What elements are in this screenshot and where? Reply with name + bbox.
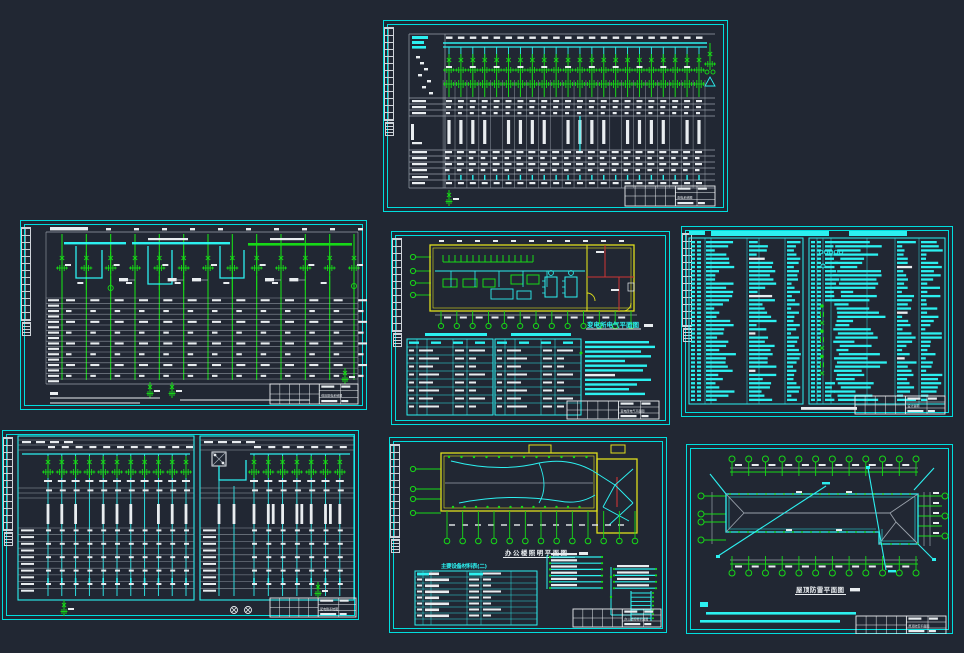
sheet-office-lighting-plan[interactable]: 办公楼照明平面图主要设备材料表(二)办公楼照明平面图 <box>389 437 667 633</box>
plan-title: 屋顶防雷平面图 <box>796 585 845 594</box>
sheet-substation-plan[interactable]: 变电所电气平面图变电所电气平面图 <box>391 231 670 425</box>
sheet-hv-distribution-system[interactable]: 配电系统图 <box>383 20 728 212</box>
titleblock-sheet-title: 办公楼照明平面图 <box>624 616 648 621</box>
sheet-panel-system-diagrams[interactable]: 配电箱系统图 <box>2 430 359 620</box>
sheet-lv-distribution-system[interactable]: 低压配电系统图 <box>20 220 367 410</box>
sheet-drawing-sys: 低压配电系统图 <box>20 220 367 410</box>
sheet-drawing-dual: 配电箱系统图 <box>2 430 359 620</box>
cad-model-space: { "app": {"background": "#212733"}, "col… <box>0 0 964 653</box>
plan-title: 变电所电气平面图 <box>587 320 640 329</box>
sheet-drawing-roof: 屋顶防雷平面图屋顶防雷平面图 <box>686 444 953 634</box>
sheet-roof-lightning-plan[interactable]: 屋顶防雷平面图屋顶防雷平面图 <box>686 444 953 634</box>
titleblock-sheet-title: 屋顶防雷平面图 <box>908 623 929 628</box>
titleblock-sheet-title: 低压配电系统图 <box>321 392 342 397</box>
table-title: 主要设备材料表(二) <box>441 562 487 570</box>
plan-title: 办公楼照明平面图 <box>505 548 568 557</box>
sheet-drawing-hv: 配电系统图 <box>383 20 728 212</box>
titleblock-sheet-title: 设计说明 <box>907 403 919 408</box>
titleblock-sheet-title: 变电所电气平面图 <box>621 408 645 413</box>
sheet-design-specification[interactable]: 设计说明 <box>681 226 953 417</box>
sheet-drawing-spec: 设计说明 <box>681 226 953 417</box>
sheet-drawing-planA: 变电所电气平面图变电所电气平面图 <box>391 231 670 425</box>
titleblock-sheet-title: 配电系统图 <box>677 194 692 199</box>
titleblock-sheet-title: 配电箱系统图 <box>320 606 338 611</box>
sheet-drawing-planB: 办公楼照明平面图主要设备材料表(二)办公楼照明平面图 <box>389 437 667 633</box>
